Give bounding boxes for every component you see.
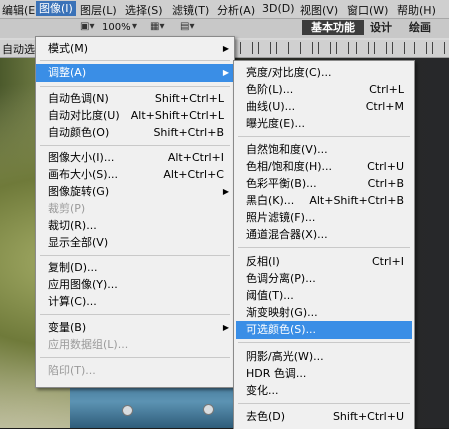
menu-item-selective-color[interactable]: 可选颜色(S)... [236,321,412,339]
align-bottom-icon[interactable] [276,42,289,54]
separator [238,136,410,137]
menu-item-desaturate[interactable]: 去色(D) Shift+Ctrl+U [234,408,414,426]
auto-select-label[interactable]: 自动选 [2,41,35,57]
menu-item-levels[interactable]: 色阶(L)... Ctrl+L [234,81,414,99]
menu-item-vibrance[interactable]: 自然饱和度(V)... [234,141,414,159]
menu-edit[interactable]: 编辑(E) [2,2,40,18]
menu-item-threshold[interactable]: 阈值(T)... [234,287,414,305]
menu-item-curves[interactable]: 曲线(U)... Ctrl+M [234,98,414,116]
arrange-icon[interactable]: ▦▾ [150,21,164,32]
screen-mode-icon[interactable]: ▣▾ [80,21,94,32]
menu-item-trap: 陷印(T)... [48,364,96,377]
menu-item-black-white[interactable]: 黑白(K)... Alt+Shift+Ctrl+B [234,192,414,210]
separator [238,342,410,343]
menu-item-hdr-toning[interactable]: HDR 色调... [234,365,414,383]
distribute-top-icon[interactable] [300,42,313,54]
menu-item-adjustments[interactable]: 调整(A) ▶ [36,64,234,82]
menu-item-apply-image[interactable]: 应用图像(Y)... [36,276,234,294]
extras-icon[interactable]: ▤▾ [180,21,194,32]
photo-button-1 [122,405,133,416]
menu-item-invert[interactable]: 反相(I) Ctrl+I [234,253,414,271]
workspace-design[interactable]: 设计 [366,20,396,35]
distribute-icon[interactable] [432,42,445,54]
menu-item-photo-filter[interactable]: 照片滤镜(F)... [234,209,414,227]
menu-item-gradient-map[interactable]: 渐变映射(G)... [234,304,414,322]
menu-item-trim[interactable]: 裁切(R)... [36,217,234,235]
workspace-essentials[interactable]: 基本功能 [302,20,364,35]
image-menu: 模式(M) ▶ 调整(A) ▶ 自动色调(N) Shift+Ctrl+L 自动对比度(… [35,36,235,388]
adjustments-submenu: 亮度/对比度(C)... 色阶(L)... Ctrl+L 曲线(U)... Ctrl… [233,60,415,429]
menu-bar: 编辑(E) 图像(I) 图层(L) 选择(S) 滤镜(T) 分析(A) 3D(D… [0,0,449,19]
auto-align-icon[interactable] [414,42,427,54]
menu-item-posterize[interactable]: 色调分离(P)... [234,270,414,288]
separator [40,357,230,358]
menu-help[interactable]: 帮助(H) [397,2,436,18]
menu-item-auto-tone[interactable]: 自动色调(N) Shift+Ctrl+L [36,90,234,108]
separator [40,145,230,146]
menu-item-mode[interactable]: 模式(M) ▶ [36,40,234,58]
menu-item-duplicate[interactable]: 复制(D)... [36,259,234,277]
menu-item-image-rotation[interactable]: 图像旋转(G) ▶ [36,183,234,201]
menu-item-image-size[interactable]: 图像大小(I)... Alt+Ctrl+I [36,149,234,167]
submenu-arrow-icon: ▶ [222,44,229,53]
separator [40,255,230,256]
menu-item-shadows-highlights[interactable]: 阴影/高光(W)... [234,348,414,366]
menu-item-auto-color[interactable]: 自动颜色(O) Shift+Ctrl+B [36,124,234,142]
menu-item-brightness-contrast[interactable]: 亮度/对比度(C)... [234,64,414,82]
menu-item-apply-data-set: 应用数据组(L)... [48,338,129,351]
menu-window[interactable]: 窗口(W) [347,2,388,18]
submenu-arrow-icon: ▶ [222,187,229,196]
distribute-bottom-icon[interactable] [336,42,349,54]
menu-item-auto-contrast[interactable]: 自动对比度(U) Alt+Shift+Ctrl+L [36,107,234,125]
align-left-icon[interactable] [356,42,369,54]
menu-item-canvas-size[interactable]: 画布大小(S)... Alt+Ctrl+C [36,166,234,184]
separator [40,86,230,87]
menu-filter[interactable]: 滤镜(T) [172,2,209,18]
submenu-arrow-icon: ▶ [222,323,229,332]
menu-item-exposure[interactable]: 曝光度(E)... [234,115,414,133]
separator [40,60,230,61]
separator [238,403,410,404]
align-right-icon[interactable] [392,42,405,54]
zoom-dropdown-icon[interactable]: ▾ [132,21,137,32]
menu-item-variables[interactable]: 变量(B) ▶ [36,319,234,337]
menu-item-calculations[interactable]: 计算(C)... [36,293,234,311]
menu-layer[interactable]: 图层(L) [80,2,117,18]
menu-item-reveal-all[interactable]: 显示全部(V) [36,234,234,252]
workspace-painting[interactable]: 绘画 [403,20,437,35]
menu-image[interactable]: 图像(I) [36,1,76,16]
menu-analysis[interactable]: 分析(A) [217,2,255,18]
align-top-icon[interactable] [240,42,253,54]
photo-button-2 [203,404,214,415]
menu-select[interactable]: 选择(S) [125,2,163,18]
menu-view[interactable]: 视图(V) [300,2,338,18]
align-middle-icon[interactable] [258,42,271,54]
align-center-icon[interactable] [374,42,387,54]
menu-item-crop: 裁剪(P) [48,202,86,215]
distribute-middle-icon[interactable] [318,42,331,54]
separator [40,314,230,315]
menu-item-color-balance[interactable]: 色彩平衡(B)... Ctrl+B [234,175,414,193]
menu-item-variations[interactable]: 变化... [234,382,414,400]
menu-3d[interactable]: 3D(D) [262,2,295,15]
menu-item-hue-saturation[interactable]: 色相/饱和度(H)... Ctrl+U [234,158,414,176]
separator [238,247,410,248]
submenu-arrow-icon: ▶ [222,68,229,77]
zoom-level[interactable]: 100% [102,22,131,33]
menu-item-channel-mixer[interactable]: 通道混合器(X)... [234,226,414,244]
